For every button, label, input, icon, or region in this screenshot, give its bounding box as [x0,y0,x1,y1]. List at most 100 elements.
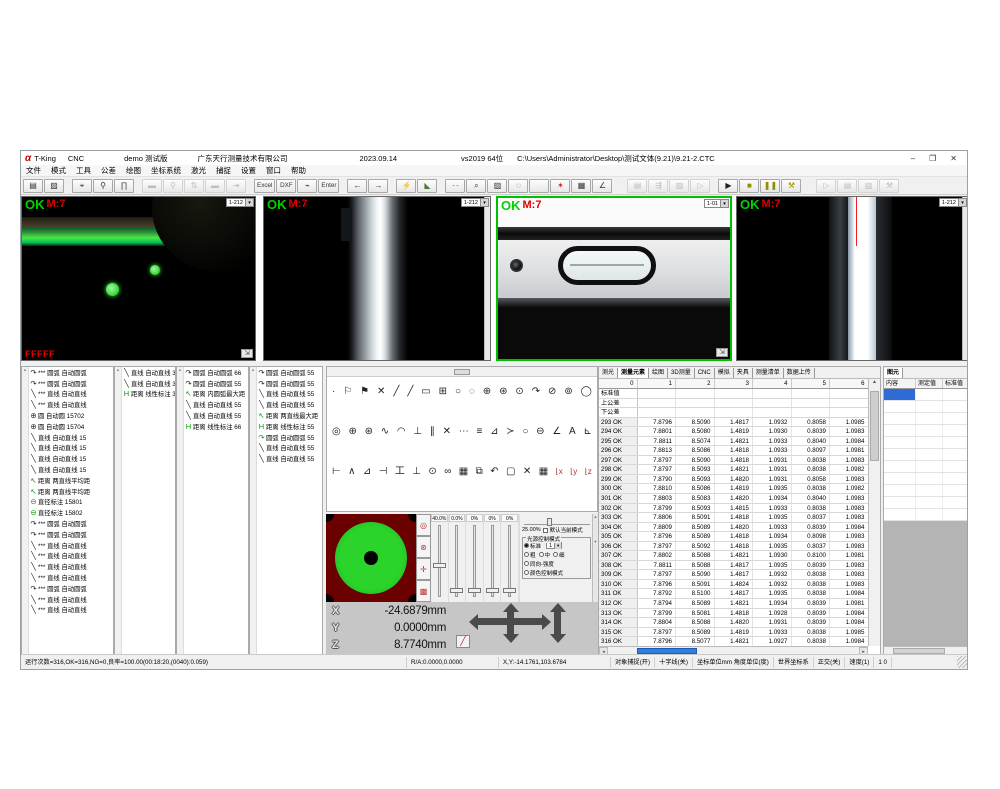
window-resize-grip[interactable] [957,656,968,668]
enter-button[interactable]: Enter [318,179,339,193]
palette-tool-icon[interactable]: ↷ [532,387,540,397]
palette-tool-icon[interactable]: ⊾ [583,427,591,437]
table-row[interactable]: 312 OK7.87948.50891.48211.09340.80391.09… [599,599,868,609]
table-row[interactable]: 298 OK7.87978.50931.48211.09310.80381.09… [599,465,868,475]
vertical-scrollbar[interactable]: ▲ [868,379,880,646]
align-vertical-button[interactable]: ⇅ [184,179,204,193]
tab-7[interactable]: 夹具 [734,368,753,378]
table-row[interactable]: 293 OK7.87968.50901.48171.09320.80581.09… [599,418,868,428]
light-slider-2[interactable]: 0.0% [449,514,467,602]
tab-5[interactable]: CNC [695,368,715,378]
table-row[interactable]: 297 OK7.87978.50901.48181.09310.80381.09… [599,456,868,466]
play-2-button[interactable]: ▷ [816,179,836,193]
element-list-item[interactable]: ╲直线 自动直线 15 [29,443,113,454]
detail-row[interactable] [884,389,968,401]
palette-tool-icon[interactable]: ⊛ [499,387,507,397]
palette-tool-icon[interactable]: ⌊y [570,467,577,477]
jog-diagonal-button[interactable]: ╱ [456,635,470,648]
detail-row[interactable] [884,413,968,425]
table-row[interactable]: 314 OK7.88048.50881.48201.09310.80391.09… [599,618,868,628]
menu-item-3[interactable]: 工具 [71,165,96,176]
light-slider-3[interactable]: 0% [466,514,484,602]
jog-z-arrows[interactable] [554,612,561,634]
menu-item-2[interactable]: 模式 [46,165,71,176]
element-list-item[interactable]: ↖距离 内圆弧最大距 [184,389,248,400]
default-mode-checkbox[interactable] [543,528,548,533]
radio-color-control[interactable]: 颜色控制模式 [524,569,563,577]
element-list-item[interactable]: ╲*** 直线 自动直线 [29,572,113,583]
element-list-item[interactable]: ↷*** 圆弧 自动圆弧 [29,367,113,378]
scrollbar[interactable]: ▲ [115,367,122,655]
palette-tool-icon[interactable]: ▦ [539,467,548,477]
jog-vertical-arrows[interactable] [507,612,514,634]
palette-tool-icon[interactable]: ∧ [348,467,355,477]
slider-thumb[interactable] [433,563,446,568]
element-list-item[interactable]: H距离 线性标注 66 [184,421,248,432]
radio-coarse[interactable]: 粗 [524,551,536,559]
table-row[interactable]: 标准值 [599,389,868,399]
palette-tool-icon[interactable]: ∠ [552,427,561,437]
element-list-item[interactable]: ╲直线 自动直线 15 [29,464,113,475]
scrollbar[interactable]: ▲ [22,367,29,655]
element-list-item[interactable]: ╲直线 自动直线 55 [257,443,322,454]
play-gray-button[interactable]: ▷ [690,179,710,193]
table-row[interactable]: 下公差 [599,408,868,418]
camera-channel-select[interactable]: 1-212▾ [226,198,254,207]
table-row[interactable]: 300 OK7.88108.50861.48191.09350.80381.09… [599,484,868,494]
probe-down-button[interactable]: ⚲ [163,179,183,193]
light-slider-1[interactable]: 40.0% [431,514,449,602]
palette-tool-icon[interactable]: ⌊z [585,467,592,477]
element-list-item[interactable]: ╲直线 自动直线 34 [122,367,175,378]
palette-tool-icon[interactable]: ✕ [523,467,531,477]
element-list-item[interactable]: ↷圆弧 自动圆弧 66 [184,367,248,378]
element-list-item[interactable]: ╲直线 自动直线 55 [257,453,322,464]
minimize-button[interactable]: – [911,154,915,163]
palette-tool-icon[interactable]: ⊥ [412,467,421,477]
camera-panel-4[interactable]: OKM:7 1-212▾ [736,196,968,361]
detail-row[interactable] [884,449,968,461]
tab-element[interactable]: 图元 [884,368,903,378]
palette-tool-icon[interactable]: ◎ [332,427,341,437]
tab-6[interactable]: 模拟 [715,368,734,378]
palette-tool-icon[interactable]: ⚑ [360,387,369,397]
palette-tool-icon[interactable]: ⌊x [556,467,563,477]
element-list-item[interactable]: ╲*** 直线 自动直线 [29,399,113,410]
radio-fine[interactable]: 细 [553,551,565,559]
element-list-item[interactable]: ╲*** 直线 自动直线 [29,551,113,562]
palette-tool-icon[interactable]: ▦ [459,467,468,477]
palette-tool-icon[interactable]: ╱ [407,387,413,397]
palette-tool-icon[interactable]: ⊿ [363,467,371,477]
annotate-button[interactable]: ⌁ [297,179,317,193]
slider-thumb[interactable] [486,588,499,593]
detail-row[interactable] [884,425,968,437]
palette-tool-icon[interactable]: ⊚ [564,387,572,397]
table-row[interactable]: 301 OK7.88038.50831.48201.09340.80401.09… [599,494,868,504]
element-list-item[interactable]: ⊖直径标注 15802 [29,507,113,518]
palette-tool-icon[interactable]: ◠ [397,427,406,437]
table-row[interactable]: 294 OK7.88018.50801.48191.09300.80391.09… [599,427,868,437]
menu-item-1[interactable]: 文件 [21,165,46,176]
palette-tool-icon[interactable]: ⧉ [476,467,483,477]
blank-button[interactable] [529,179,549,193]
palette-tool-icon[interactable]: ⊿ [490,427,498,437]
light-bulb-button[interactable]: ⚡ [396,179,416,193]
minus-minus-button[interactable]: - - [445,179,465,193]
element-list-item[interactable]: ↷圆弧 自动圆弧 55 [257,367,322,378]
resize-grip-icon[interactable]: ⇲ [716,348,728,357]
element-list-item[interactable]: ↷*** 圆弧 自动圆弧 [29,378,113,389]
palette-handle[interactable] [454,369,470,375]
palette-tool-icon[interactable]: A [569,427,576,437]
table-row[interactable]: 311 OK7.87928.51001.48171.09350.80381.09… [599,589,868,599]
element-list-item[interactable]: ↖距离 两直线平均距 [29,475,113,486]
table-row[interactable]: 303 OK7.88068.50911.48181.09350.80371.09… [599,513,868,523]
table-row[interactable]: 313 OK7.87998.50811.48181.09280.80391.09… [599,609,868,619]
palette-tool-icon[interactable]: ▭ [421,387,430,397]
zoom-lasso-button[interactable]: ⌕ [466,179,486,193]
palette-tool-icon[interactable]: ⋯ [459,427,469,437]
detail-row[interactable] [884,497,968,509]
ring-light-control[interactable] [326,514,416,602]
matrix-button[interactable]: ▦ [571,179,591,193]
lasso-button[interactable]: ◌ [508,179,528,193]
element-list-item[interactable]: ⊕圆 自动圆 15704 [29,421,113,432]
menu-item-10[interactable]: 窗口 [261,165,286,176]
